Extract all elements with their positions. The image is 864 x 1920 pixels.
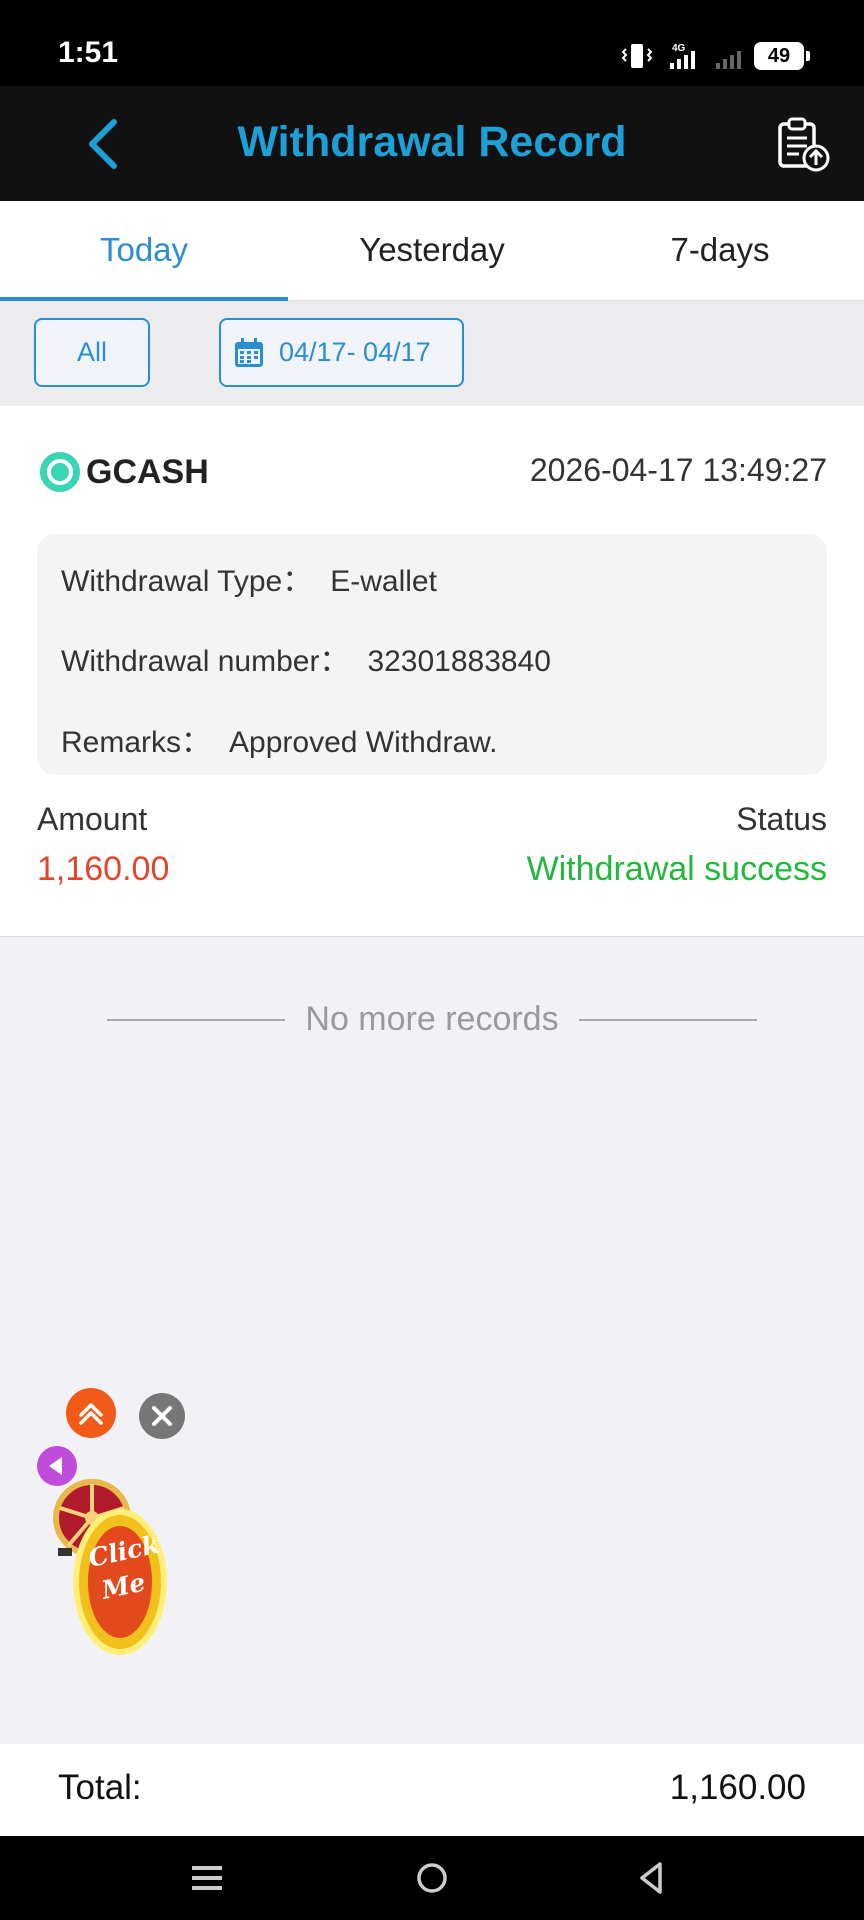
page-title: Withdrawal Record: [237, 118, 627, 166]
withdrawal-number-label: Withdrawal number：: [61, 645, 350, 678]
signal-4g-icon: 4G: [670, 43, 695, 69]
type-filter-button[interactable]: All: [34, 318, 150, 387]
total-value: 1,160.00: [669, 1768, 806, 1807]
remarks-row: Remarks： Approved Withdraw.: [61, 717, 497, 761]
close-icon[interactable]: [139, 1393, 185, 1439]
withdrawal-type-label: Withdrawal Type：: [61, 565, 313, 598]
back-nav-icon[interactable]: [630, 1856, 674, 1900]
withdrawal-number-value: 32301883840: [367, 645, 551, 678]
tab-yesterday[interactable]: Yesterday: [288, 201, 576, 300]
home-icon[interactable]: [410, 1856, 454, 1900]
recent-apps-icon[interactable]: [186, 1856, 230, 1900]
app-header: Withdrawal Record: [0, 86, 864, 201]
amount-label: Amount: [37, 801, 148, 837]
withdrawal-type-value: E-wallet: [330, 565, 437, 598]
record-details: Withdrawal Type： E-wallet Withdrawal numb…: [37, 534, 827, 775]
total-label: Total:: [58, 1768, 142, 1807]
total-bar: Total: 1,160.00: [0, 1744, 864, 1836]
filter-bar: All 04/17- 04/17: [0, 301, 864, 406]
divider: [578, 1018, 757, 1021]
network-label: 4G: [672, 43, 686, 54]
divider: [107, 1018, 286, 1021]
battery-level: 49: [767, 44, 791, 67]
date-tabs: Today Yesterday 7-days: [0, 201, 864, 301]
calendar-icon: [235, 337, 263, 367]
remarks-value: Approved Withdraw.: [229, 726, 498, 759]
list-end-text: No more records: [305, 1000, 559, 1038]
vibrate-icon: [621, 44, 653, 68]
status-bar: 1:51 4G 49: [0, 0, 864, 86]
status-time: 1:51: [58, 36, 119, 69]
tab-today[interactable]: Today: [0, 201, 288, 301]
gcash-logo-icon: [40, 452, 80, 492]
status-value: Withdrawal success: [526, 850, 827, 888]
record-datetime: 2026-04-17 13:49:27: [529, 452, 827, 488]
clipboard-upload-icon[interactable]: [774, 116, 832, 174]
status-label: Status: [736, 801, 827, 837]
remarks-label: Remarks：: [61, 726, 212, 759]
double-chevron-up-icon[interactable]: [66, 1388, 116, 1438]
battery-icon: 49: [754, 42, 810, 70]
status-icons: 4G 49: [620, 38, 810, 74]
amount-value: 1,160.00: [37, 850, 170, 888]
record-card[interactable]: GCASH 2026-04-17 13:49:27 Withdrawal Typ…: [0, 406, 864, 937]
withdrawal-type-row: Withdrawal Type： E-wallet: [61, 556, 437, 600]
date-range-button[interactable]: 04/17- 04/17: [219, 318, 464, 387]
withdrawal-number-row: Withdrawal number： 32301883840: [61, 636, 551, 680]
system-nav-bar: [0, 1836, 864, 1920]
list-end-indicator: No more records: [0, 1000, 864, 1039]
payment-method: GCASH: [40, 452, 209, 492]
payment-method-name: GCASH: [86, 452, 209, 491]
signal-weak-icon: [716, 51, 741, 69]
tab-7-days[interactable]: 7-days: [576, 201, 864, 300]
click-me-promo[interactable]: Click Me: [52, 1478, 170, 1656]
date-range-text: 04/17- 04/17: [279, 337, 431, 367]
